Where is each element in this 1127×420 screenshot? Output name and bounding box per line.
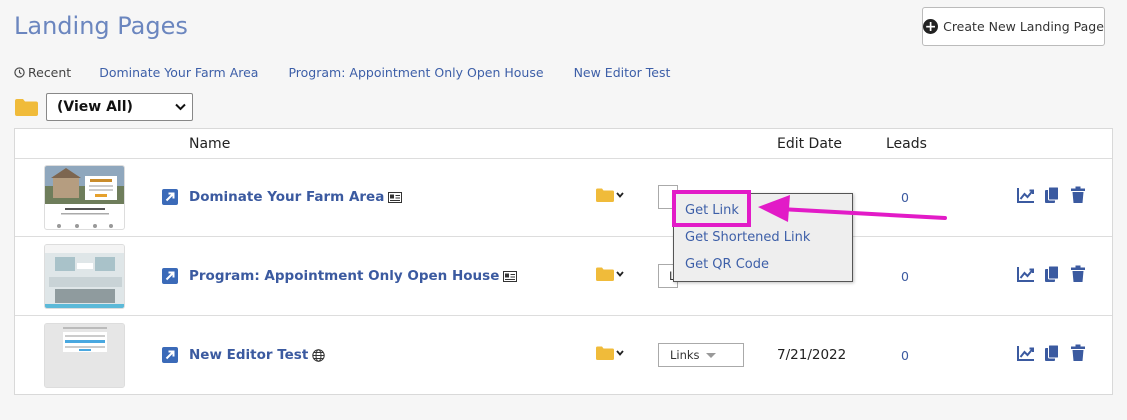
recent-label: Recent xyxy=(28,65,72,80)
page-thumbnail[interactable] xyxy=(44,165,125,230)
globe-icon xyxy=(312,348,325,362)
menu-item-get-qr-code[interactable]: Get QR Code xyxy=(685,257,769,272)
page-thumbnail[interactable] xyxy=(44,323,125,388)
copy-icon[interactable] xyxy=(1043,344,1061,362)
column-header-leads: Leads xyxy=(886,136,927,152)
row-name: Dominate Your Farm Area xyxy=(189,189,385,205)
create-landing-page-button[interactable]: + Create New Landing Page xyxy=(922,7,1105,46)
move-folder-button[interactable] xyxy=(596,188,624,202)
folder-icon xyxy=(596,267,614,281)
recent-link-dominate[interactable]: Dominate Your Farm Area xyxy=(99,65,258,80)
move-folder-button[interactable] xyxy=(596,267,624,281)
plus-circle-icon: + xyxy=(923,18,939,35)
row-name-link[interactable]: Dominate Your Farm Area xyxy=(189,189,403,205)
trash-icon[interactable] xyxy=(1069,265,1087,283)
copy-icon[interactable] xyxy=(1043,186,1061,204)
column-header-edit-date: Edit Date xyxy=(777,136,843,152)
page-title: Landing Pages xyxy=(14,12,188,40)
leads-count[interactable]: 0 xyxy=(901,348,909,363)
folder-icon xyxy=(596,188,614,202)
table-row: New Editor Test Links 7/21/2022 0 xyxy=(15,316,1112,395)
links-dropdown-button[interactable]: Links xyxy=(658,343,744,367)
clock-icon xyxy=(14,67,25,78)
copy-icon[interactable] xyxy=(1043,265,1061,283)
landing-pages-table: Name Edit Date Leads Dominate Your Farm … xyxy=(14,128,1113,395)
id-card-icon xyxy=(503,270,518,282)
row-name: Program: Appointment Only Open House xyxy=(189,268,500,284)
open-external-icon[interactable] xyxy=(162,268,178,284)
folder-icon xyxy=(15,98,38,116)
recent-link-editor-test[interactable]: New Editor Test xyxy=(574,65,671,80)
recent-link-open-house[interactable]: Program: Appointment Only Open House xyxy=(288,65,543,80)
edit-date: 7/21/2022 xyxy=(777,347,847,363)
row-actions xyxy=(1017,186,1087,204)
row-actions xyxy=(1017,344,1087,362)
folder-filter-row: (View All) xyxy=(14,93,193,121)
chevron-down-icon xyxy=(175,103,186,111)
folder-select[interactable]: (View All) xyxy=(46,93,193,121)
stats-chart-icon[interactable] xyxy=(1017,186,1035,204)
folder-select-value: (View All) xyxy=(57,99,133,115)
recent-label-group: Recent xyxy=(14,65,71,80)
folder-icon xyxy=(596,346,614,360)
page-thumbnail[interactable] xyxy=(44,244,125,309)
row-name-link[interactable]: Program: Appointment Only Open House xyxy=(189,268,518,284)
annotation-arrow xyxy=(758,195,947,222)
leads-count[interactable]: 0 xyxy=(901,269,909,284)
caret-down-icon xyxy=(705,352,716,358)
menu-item-get-shortened-link[interactable]: Get Shortened Link xyxy=(685,230,810,245)
open-external-icon[interactable] xyxy=(162,347,178,363)
row-name-link[interactable]: New Editor Test xyxy=(189,347,325,363)
trash-icon[interactable] xyxy=(1069,186,1087,204)
chevron-down-icon xyxy=(616,350,624,356)
row-name: New Editor Test xyxy=(189,347,309,363)
row-actions xyxy=(1017,265,1087,283)
trash-icon[interactable] xyxy=(1069,344,1087,362)
id-card-icon xyxy=(388,191,403,203)
stats-chart-icon[interactable] xyxy=(1017,265,1035,283)
open-external-icon[interactable] xyxy=(162,189,178,205)
annotation-highlight-box xyxy=(672,190,751,227)
column-header-name: Name xyxy=(189,136,231,152)
move-folder-button[interactable] xyxy=(596,346,624,360)
recent-bar: Recent Dominate Your Farm Area Program: … xyxy=(14,65,700,80)
table-row: Program: Appointment Only Open House L 0 xyxy=(15,237,1112,316)
links-button-label: Links xyxy=(670,348,700,362)
chevron-down-icon xyxy=(616,271,624,277)
stats-chart-icon[interactable] xyxy=(1017,344,1035,362)
chevron-down-icon xyxy=(616,192,624,198)
create-button-label: Create New Landing Page xyxy=(943,19,1104,34)
